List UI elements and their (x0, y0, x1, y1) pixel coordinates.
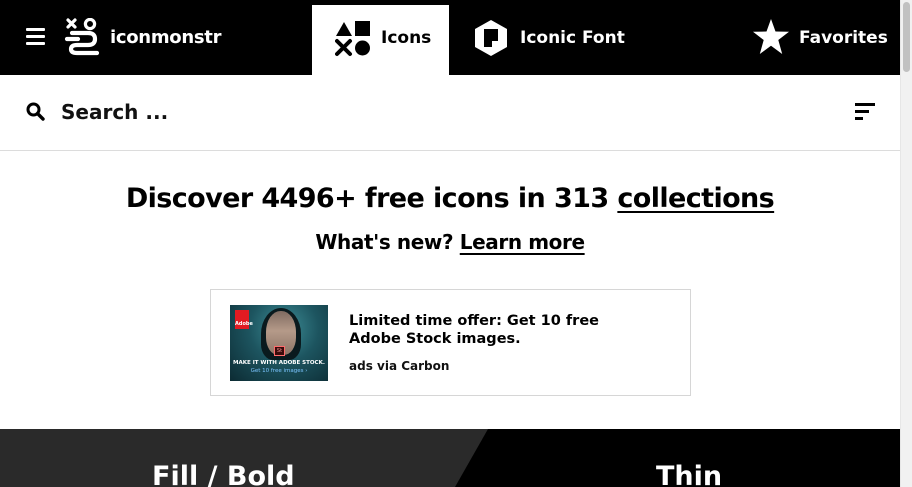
hero-title: Discover 4496+ free icons in 313 collect… (0, 183, 900, 214)
hero-subtitle: What's new? Learn more (0, 230, 900, 254)
tab-icons[interactable]: Icons (312, 5, 449, 75)
style-selector: Fill / Bold Thin (0, 429, 900, 487)
adobe-stock-badge: St (274, 346, 285, 356)
ad-image[interactable]: Adobe St MAKE IT WITH ADOBE STOCK. Get 1… (230, 305, 328, 381)
tab-favorites[interactable]: Favorites (750, 0, 890, 75)
menu-icon[interactable] (26, 27, 45, 47)
tab-favorites-label: Favorites (799, 28, 888, 48)
sort-filter-icon[interactable] (855, 103, 875, 121)
ad-image-link-text: Get 10 free images › (250, 368, 308, 374)
shapes-icon (335, 21, 370, 56)
ad-headline[interactable]: Limited time offer: Get 10 free Adobe St… (349, 312, 609, 348)
fill-bold-panel[interactable] (0, 429, 488, 487)
scrollbar-thumb[interactable] (903, 2, 910, 72)
whats-new-text: What's new? (315, 230, 454, 254)
search-bar (0, 75, 900, 151)
carbon-ad: Adobe St MAKE IT WITH ADOBE STOCK. Get 1… (210, 289, 691, 396)
learn-more-link[interactable]: Learn more (460, 230, 585, 254)
logo-icon[interactable] (64, 18, 102, 56)
thin-label[interactable]: Thin (656, 461, 722, 487)
ad-image-caption: MAKE IT WITH ADOBE STOCK. (233, 360, 325, 366)
font-tile-icon (475, 20, 507, 56)
adobe-logo-icon: Adobe (235, 310, 253, 329)
logo-text[interactable]: iconmonstr (110, 27, 221, 48)
scrollbar[interactable] (900, 0, 912, 487)
tab-iconic-font-label: Iconic Font (520, 28, 625, 48)
fill-bold-label[interactable]: Fill / Bold (152, 461, 295, 487)
tab-icons-label: Icons (381, 28, 432, 48)
ad-via-carbon[interactable]: ads via Carbon (349, 359, 449, 373)
top-navbar: iconmonstr Icons Iconic Font Favorites (0, 0, 900, 75)
search-input[interactable] (56, 95, 556, 129)
hero-title-text: Discover 4496+ free icons in 313 (125, 183, 609, 214)
search-icon[interactable] (26, 102, 45, 121)
collections-link[interactable]: collections (617, 183, 774, 214)
tab-iconic-font[interactable]: Iconic Font (470, 0, 640, 75)
star-icon (753, 19, 789, 54)
